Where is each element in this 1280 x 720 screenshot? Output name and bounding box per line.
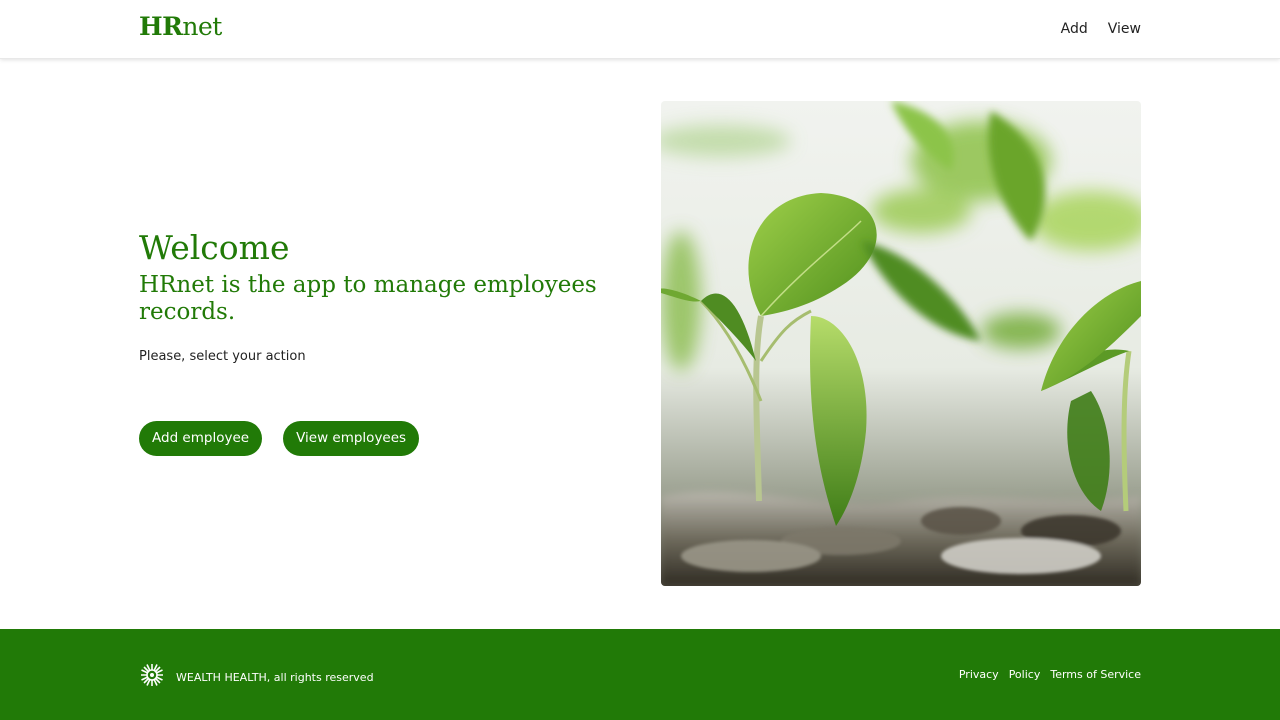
footer-links: Privacy Policy Terms of Service xyxy=(959,668,1141,681)
hero-section: Welcome HRnet is the app to manage emplo… xyxy=(139,228,619,365)
logo-rest: net xyxy=(182,12,222,41)
app-header: HRnet Add View xyxy=(0,0,1280,59)
hrnet-logo[interactable]: HRnet xyxy=(139,12,222,41)
footer-brand: WEALTH HEALTH, all rights reserved xyxy=(139,662,374,692)
hero-plant-image xyxy=(661,101,1141,586)
hero-actions: Add employee View employees xyxy=(139,421,420,456)
main-nav: Add View xyxy=(1061,20,1141,38)
footer-brand-text: WEALTH HEALTH, all rights reserved xyxy=(176,670,374,684)
footer-terms-link[interactable]: Terms of Service xyxy=(1050,668,1141,681)
wealth-health-logo-icon xyxy=(139,662,165,692)
app-tagline: HRnet is the app to manage employees rec… xyxy=(139,272,597,325)
footer-privacy-link[interactable]: Privacy xyxy=(959,668,999,681)
welcome-title: Welcome xyxy=(139,228,290,267)
add-employee-button[interactable]: Add employee xyxy=(139,421,263,456)
nav-view-link[interactable]: View xyxy=(1108,20,1141,38)
logo-strong: HR xyxy=(139,12,183,41)
action-prompt: Please, select your action xyxy=(139,349,306,364)
app-footer: WEALTH HEALTH, all rights reserved Priva… xyxy=(0,629,1280,720)
nav-add-link[interactable]: Add xyxy=(1061,20,1088,38)
footer-policy-link[interactable]: Policy xyxy=(1009,668,1041,681)
view-employees-button[interactable]: View employees xyxy=(283,421,420,456)
